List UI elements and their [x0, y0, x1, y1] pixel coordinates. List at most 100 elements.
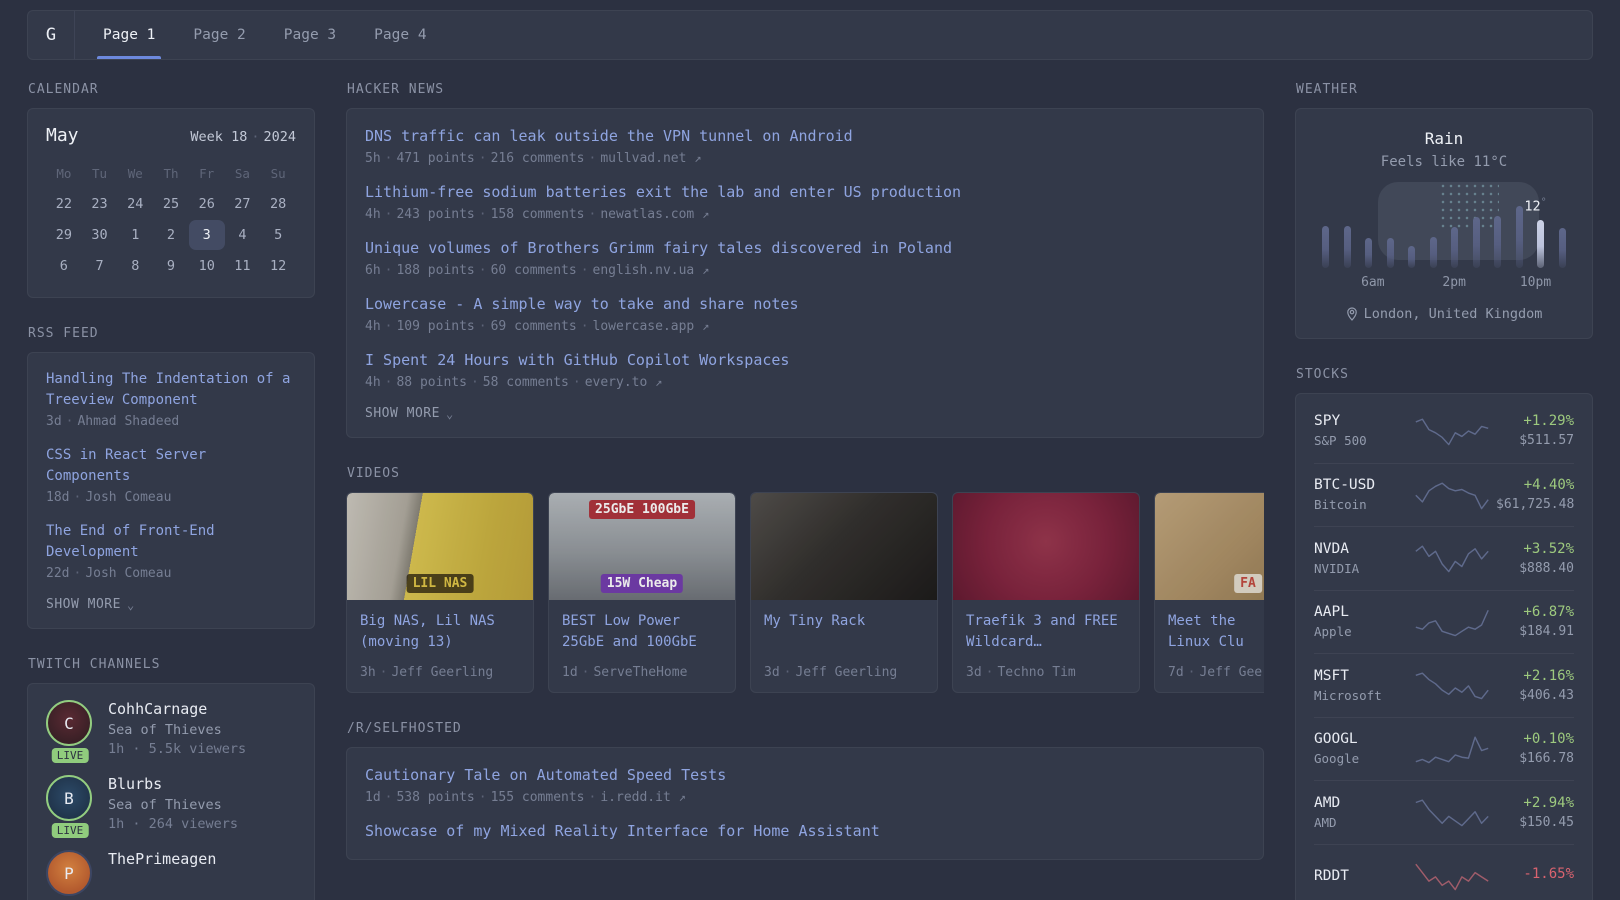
dot-separator: · [478, 263, 487, 278]
stock-values: +4.40% $61,725.48 [1496, 477, 1574, 512]
stock-change-percent: +2.16% [1523, 667, 1574, 684]
selfhosted-widget: /R/SELFHOSTED Cautionary Tale on Automat… [346, 721, 1264, 860]
story-title-link[interactable]: Showcase of my Mixed Reality Interface f… [365, 820, 1245, 843]
calendar-day: 8 [131, 258, 140, 274]
page-tab[interactable]: Page 4 [374, 11, 426, 59]
story-title-link[interactable]: Cautionary Tale on Automated Speed Tests [365, 764, 1245, 787]
app-logo[interactable]: G [28, 11, 74, 59]
story-points: 109 points [396, 319, 475, 334]
dot-separator: · [384, 375, 393, 390]
story-title-link[interactable]: I Spent 24 Hours with GitHub Copilot Wor… [365, 349, 1245, 372]
twitch-channel-info: ThePrimeagen [108, 850, 216, 896]
stock-sparkline [1415, 799, 1489, 827]
video-title-link[interactable]: Big NAS, Lil NAS (moving 13) [360, 611, 520, 653]
video-thumbnail[interactable] [953, 493, 1139, 600]
thumbnail-text-overlay: 25GbE 100GbE [589, 500, 695, 519]
stock-values: -1.65% [1523, 866, 1574, 886]
video-thumbnail[interactable]: FA [1155, 493, 1264, 600]
weather-bar [1408, 246, 1416, 268]
video-card[interactable]: 25GbE 100GbE 15W Cheap BEST Low Power 25… [548, 492, 736, 693]
hacker-news-card: DNS traffic can leak outside the VPN tun… [346, 108, 1264, 438]
story-domain-link[interactable]: english.nv.ua ↗ [593, 263, 710, 278]
rss-age: 3d [46, 414, 62, 429]
stock-company-name: S&P 500 [1314, 433, 1367, 449]
story-domain-link[interactable]: every.to ↗ [585, 375, 663, 390]
story-title-link[interactable]: Lithium-free sodium batteries exit the l… [365, 181, 1245, 204]
video-title-link[interactable]: Meet the Linux Clu [1168, 611, 1264, 653]
dot-separator: · [572, 375, 581, 390]
twitch-channel-link[interactable]: CohhCarnage [108, 700, 246, 718]
video-card[interactable]: My Tiny Rack 3d · Jeff Geerling [750, 492, 938, 693]
top-bar: G Page 1 Page 2 Page 3 Page 4 [27, 10, 1593, 60]
dot-separator: · [384, 207, 393, 222]
story-domain-link[interactable]: i.redd.it ↗ [600, 790, 686, 805]
story-domain: every.to [584, 375, 648, 390]
stock-id: AMD AMD [1314, 795, 1408, 830]
story-meta: 4h · 109 points · 69 comments · lowercase.app … [365, 319, 1245, 334]
calendar-day: 27 [234, 196, 251, 212]
hacker-news-section-label: HACKER NEWS [347, 82, 445, 97]
rss-title-link[interactable]: The End of Front-End Development [46, 521, 296, 563]
page-tab-label: Page 3 [283, 27, 337, 43]
twitch-channel-link[interactable]: Blurbs [108, 775, 238, 793]
video-thumbnail[interactable] [751, 493, 937, 600]
story-age: 4h [365, 207, 381, 222]
story-domain-link[interactable]: newatlas.com ↗ [600, 207, 709, 222]
twitch-avatar-wrap: P LIVE [46, 850, 94, 896]
stock-symbol-link[interactable]: NVDA [1314, 541, 1408, 557]
stock-company-name: Google [1314, 751, 1360, 767]
weather-bar [1558, 228, 1566, 268]
video-card[interactable]: FA Meet the Linux Clu 7d·Jeff Geerling [1154, 492, 1264, 693]
external-link-icon: ↗ [702, 207, 710, 221]
show-more-label: SHOW MORE [46, 597, 121, 612]
stock-values: +1.29% $511.57 [1519, 413, 1574, 448]
stock-symbol-link[interactable]: AAPL [1314, 604, 1408, 620]
twitch-channel-link[interactable]: ThePrimeagen [108, 850, 216, 868]
hacker-news-show-more-button[interactable]: SHOW MORE ⌄ [365, 406, 1245, 421]
live-badge: LIVE [51, 823, 89, 838]
page-tab[interactable]: Page 1 [96, 11, 162, 59]
dot-separator: · [985, 665, 994, 680]
stock-symbol-link[interactable]: RDDT [1314, 868, 1408, 884]
story-title-link[interactable]: Unique volumes of Brothers Grimm fairy t… [365, 237, 1245, 260]
story-title-link[interactable]: Lowercase - A simple way to take and sha… [365, 293, 1245, 316]
stock-symbol-link[interactable]: GOOGL [1314, 731, 1408, 747]
video-card[interactable]: LIL NAS Big NAS, Lil NAS (moving 13) 3h ·… [346, 492, 534, 693]
page-tab[interactable]: Page 2 [193, 11, 245, 59]
video-thumbnail[interactable]: LIL NAS [347, 493, 533, 600]
glance-dashboard: G Page 1 Page 2 Page 3 Page 4 CALENDAR M… [0, 0, 1620, 900]
rss-title-link[interactable]: CSS in React Server Components [46, 445, 296, 487]
dot-separator: · [65, 414, 74, 429]
story-domain-link[interactable]: lowercase.app ↗ [593, 319, 710, 334]
rss-section-label: RSS FEED [28, 326, 99, 341]
dot-separator: · [580, 319, 589, 334]
stock-price: $511.57 [1519, 433, 1574, 449]
rss-show-more-button[interactable]: SHOW MORE ⌄ [46, 597, 296, 612]
stock-symbol-link[interactable]: AMD [1314, 795, 1408, 811]
stock-symbol-link[interactable]: MSFT [1314, 668, 1408, 684]
video-title-link[interactable]: BEST Low Power 25GbE and 100GbE Switch… [562, 611, 722, 653]
story-comments: 69 comments [490, 319, 577, 334]
avatar-initial: B [64, 788, 74, 808]
twitch-card: C LIVE CohhCarnage Sea of Thieves 1h · 5… [27, 683, 315, 900]
dot-separator: · [73, 566, 82, 581]
avatar: B [46, 775, 92, 821]
page-tab[interactable]: Page 3 [284, 11, 336, 59]
stock-symbol-link[interactable]: BTC-USD [1314, 477, 1408, 493]
video-title-link[interactable]: Traefik 3 and FREE Wildcard… [966, 611, 1126, 653]
stock-price: $150.45 [1519, 814, 1574, 830]
story-domain-link[interactable]: mullvad.net ↗ [600, 151, 701, 166]
stock-symbol-link[interactable]: SPY [1314, 413, 1408, 429]
stock-id: SPY S&P 500 [1314, 413, 1408, 448]
story-title-link[interactable]: DNS traffic can leak outside the VPN tun… [365, 125, 1245, 148]
weather-bar [1451, 227, 1459, 268]
video-card-body: Big NAS, Lil NAS (moving 13) 3h · Jeff Gee… [347, 600, 533, 692]
video-title-link[interactable]: My Tiny Rack [764, 611, 924, 632]
rss-title-link[interactable]: Handling The Indentation of a Treeview C… [46, 369, 296, 411]
stock-change-percent: +4.40% [1523, 477, 1575, 494]
dot-separator: · [470, 375, 479, 390]
video-card[interactable]: Traefik 3 and FREE Wildcard… 3d · Techno T… [952, 492, 1140, 693]
weather-bar [1343, 226, 1351, 268]
calendar-day: 5 [274, 227, 283, 243]
video-thumbnail[interactable]: 25GbE 100GbE 15W Cheap [549, 493, 735, 600]
